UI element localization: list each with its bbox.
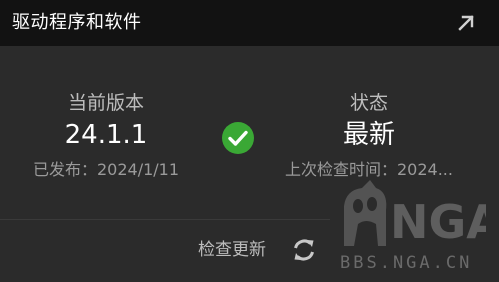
checkmark-circle-icon bbox=[222, 122, 254, 154]
card-title: 驱动程序和软件 bbox=[12, 12, 142, 33]
current-version-label: 当前版本 bbox=[67, 92, 144, 114]
current-version-section: 当前版本 24.1.1 已发布：2024/1/11 bbox=[0, 92, 216, 180]
drivers-software-card: 驱动程序和软件 当前版本 24.1.1 已发布：2024/1/11 状态 最新 … bbox=[0, 0, 499, 282]
status-section: 状态 最新 上次检查时间：2024... bbox=[259, 92, 479, 180]
status-value: 最新 bbox=[342, 120, 395, 150]
expand-arrow-icon[interactable] bbox=[455, 12, 477, 34]
refresh-icon[interactable] bbox=[290, 236, 318, 264]
card-header: 驱动程序和软件 bbox=[0, 0, 499, 46]
release-date: 已发布：2024/1/11 bbox=[32, 160, 180, 179]
check-updates-button[interactable]: 检查更新 bbox=[198, 236, 318, 264]
watermark-url: BBS.NGA.CN bbox=[340, 253, 473, 273]
nga-watermark-logo: NGA bbox=[344, 180, 486, 249]
divider bbox=[0, 219, 330, 220]
current-version-value: 24.1.1 bbox=[64, 120, 148, 150]
status-label: 状态 bbox=[349, 92, 388, 114]
watermark-logo-text: NGA bbox=[390, 195, 486, 249]
check-updates-label: 检查更新 bbox=[198, 240, 266, 260]
